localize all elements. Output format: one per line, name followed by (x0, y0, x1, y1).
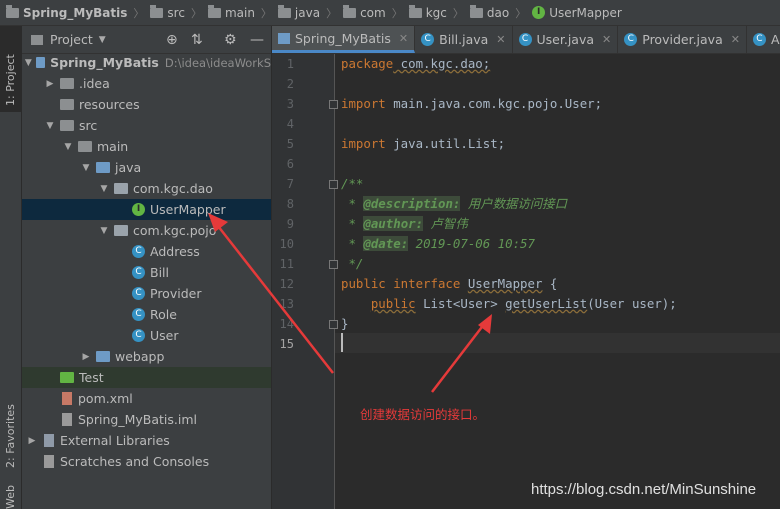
arrow-to-method (431, 314, 492, 393)
arrow-to-usermapper (208, 213, 334, 374)
annotation-text: 创建数据访问的接口。 (360, 407, 486, 422)
annotation-arrows (208, 213, 492, 393)
watermark: https://blog.csdn.net/MinSunshine (531, 481, 757, 498)
